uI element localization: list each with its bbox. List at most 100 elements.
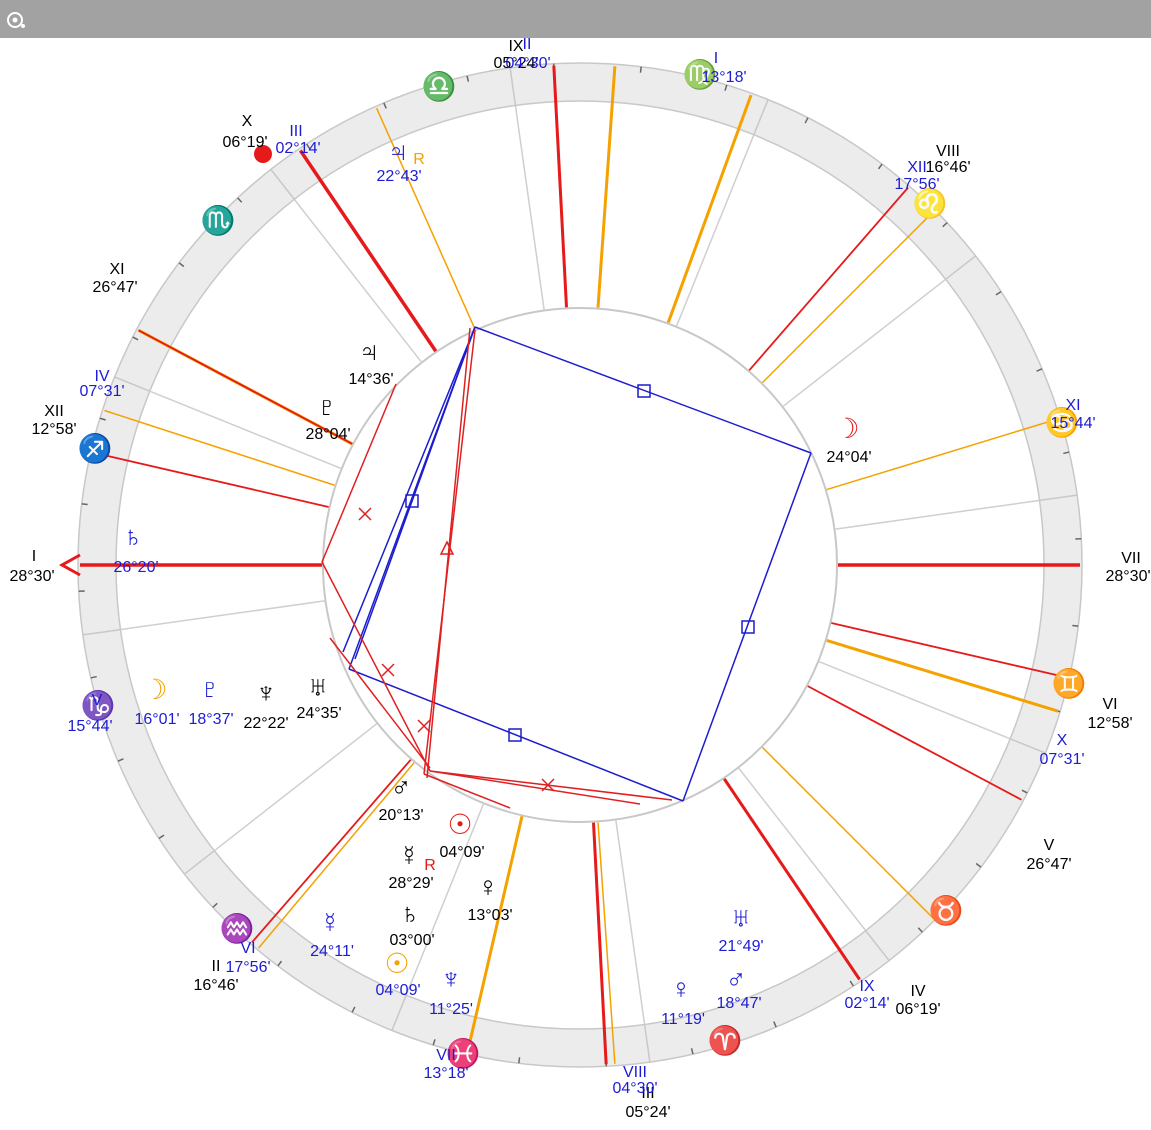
natal-neptune-degree: 22°22' [243, 715, 288, 732]
transit-cusp-numeral: VII [436, 1047, 456, 1064]
transit-moon-degree: 16°01' [134, 711, 179, 728]
transit-cusp-line [826, 638, 1059, 713]
house-division-line [675, 134, 755, 327]
transit-pluto-degree: 18°37' [188, 711, 233, 728]
transit-jupiter-icon[interactable]: ♃ [388, 136, 409, 167]
transit-moon-icon[interactable]: ☽ [142, 674, 167, 705]
natal-cusp-labels: I 28°30' II 16°46' III 05°24' IV 06°19' … [9, 38, 1150, 1121]
sagittarius-sign-icon: ♐ [78, 432, 113, 465]
natal-saturn-icon[interactable]: ♄ [400, 898, 421, 929]
natal-cusp-degree: 16°46' [925, 159, 970, 176]
transit-cusp-degree: 15°44' [1050, 415, 1095, 432]
house-division-line [782, 278, 947, 407]
transit-cusp-numeral: IX [859, 978, 874, 995]
natal-cusp-degree: 26°47' [92, 279, 137, 296]
natal-cusp-degree: 26°47' [1026, 856, 1071, 873]
transit-mars-icon[interactable]: ♂ [726, 964, 747, 995]
transit-cusp-degree: 17°56' [894, 176, 939, 193]
house-division-line [120, 600, 325, 631]
natal-cusp-numeral: XI [109, 261, 124, 278]
transit-neptune-icon[interactable]: ♆ [441, 963, 462, 994]
transit-jupiter-degree: 22°43' [376, 168, 421, 185]
trine-aspect-icon [439, 540, 455, 555]
transit-mercury-icon[interactable]: ☿ [320, 907, 341, 938]
transit-sun-icon[interactable]: ☉ [384, 948, 409, 979]
natal-mercury-degree: 28°29' [388, 875, 433, 892]
natal-pluto-degree: 28°04' [305, 426, 350, 443]
zodiac-tick [81, 503, 88, 506]
natal-saturn-degree: 03°00' [389, 932, 434, 949]
transit-cusp-line [666, 94, 753, 324]
natal-cusp-numeral: VIII [936, 143, 960, 160]
transit-cusp-numeral: XI [1065, 397, 1080, 414]
natal-mercury-icon[interactable]: ☿ [399, 840, 420, 871]
transit-cusp-degree: 02°14' [275, 140, 320, 157]
transit-cusp-degree: 15°44' [67, 718, 112, 735]
transit-cusp-numeral: X [1057, 732, 1068, 749]
transit-cusp-degree: 07°31' [1039, 751, 1084, 768]
transit-venus-degree: 11°19' [661, 1011, 705, 1028]
transit-cusp-numeral: III [289, 123, 302, 140]
natal-cusp-numeral: I [32, 548, 36, 565]
transit-cusp-degree: 04°30' [612, 1080, 657, 1097]
natal-cusp-numeral: V [1044, 837, 1055, 854]
aspect-line-square [682, 452, 812, 802]
natal-cusp-degree: 12°58' [31, 421, 76, 438]
natal-sun-icon[interactable]: ☉ [447, 809, 472, 840]
transit-venus-icon[interactable]: ♀ [671, 973, 692, 1004]
transit-saturn-icon[interactable]: ♄ [123, 521, 144, 552]
natal-sun-degree: 04°09' [439, 844, 484, 861]
transit-cusp-degree: 02°14' [844, 995, 889, 1012]
natal-venus-degree: 13°03' [467, 907, 512, 924]
chart-app-icon[interactable] [6, 11, 26, 29]
aspect-line-square [474, 326, 812, 454]
transit-uranus-degree: 21°49' [718, 938, 763, 955]
transit-pluto-icon[interactable]: ♇ [200, 673, 221, 704]
natal-cusp-degree: 12°58' [1087, 715, 1132, 732]
house-division-line [213, 723, 378, 852]
natal-mars-icon[interactable]: ♂ [391, 772, 412, 803]
natal-jupiter-icon[interactable]: ♃ [359, 336, 380, 367]
natal-cusp-line [831, 622, 1068, 679]
title-bar [0, 0, 1151, 38]
natal-cusp-numeral: X [242, 113, 253, 130]
natal-mercury-retro: R [424, 857, 436, 874]
natal-cusp-numeral: IV [910, 983, 925, 1000]
transit-cusp-line [104, 409, 335, 486]
natal-moon-icon[interactable]: ☽ [834, 413, 859, 444]
house-division-line [615, 820, 646, 1025]
natal-pluto-icon[interactable]: ♇ [317, 391, 338, 422]
transit-saturn-degree: 26°20' [113, 559, 158, 576]
natal-cusp-degree: 28°30' [9, 568, 54, 585]
transit-cusp-line [761, 746, 935, 920]
natal-venus-icon[interactable]: ♀ [478, 871, 499, 902]
transit-cusp-degree: 13°18' [423, 1065, 468, 1082]
aspect-line-trine [426, 327, 471, 779]
transit-uranus-icon[interactable]: ♅ [731, 902, 752, 933]
natal-cusp-line [92, 451, 329, 508]
transit-cusp-degree: 13°18' [701, 69, 746, 86]
gemini-sign-icon: ♊ [1052, 667, 1087, 700]
transit-neptune-degree: 11°25' [429, 1001, 473, 1018]
natal-cusp-degree: 06°19' [895, 1001, 940, 1018]
natal-uranus-degree: 24°35' [296, 705, 341, 722]
natal-cusp-degree: 05°24' [625, 1104, 670, 1121]
aspect-line-trine [429, 770, 641, 805]
natal-cusp-numeral: VI [1102, 696, 1117, 713]
transit-cusp-numeral: V [92, 692, 103, 709]
natal-uranus-icon[interactable]: ♅ [308, 671, 329, 702]
natal-cusp-line [807, 685, 1022, 801]
transit-cusp-degree: 04°30' [505, 55, 550, 72]
natal-mars-degree: 20°13' [378, 807, 423, 824]
transit-jupiter-retro: R [413, 151, 425, 168]
transit-cusp-numeral: I [714, 50, 718, 67]
natal-cusp-numeral: II [212, 958, 221, 975]
transit-cusp-degree: 07°31' [79, 383, 124, 400]
natal-neptune-icon[interactable]: ♆ [256, 677, 277, 708]
natal-jupiter-degree: 14°36' [348, 371, 393, 388]
house-division-line [514, 105, 545, 310]
astrology-chart-wheel[interactable]: ♎ ♍ ♌ ♋ ♊ ♉ ♈ ♓ ♒ ♑ ♐ ♏ I 28°30' II 16°4… [0, 38, 1151, 1130]
aries-sign-icon: ♈ [708, 1024, 743, 1057]
transit-cusp-line [761, 210, 935, 384]
zodiac-tick [639, 66, 642, 73]
